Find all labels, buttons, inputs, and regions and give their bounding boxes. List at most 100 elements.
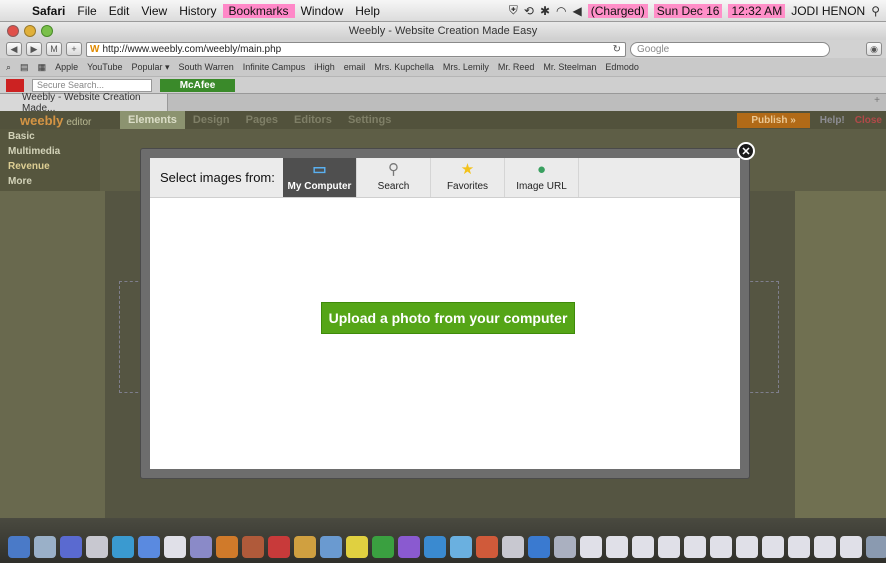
menubar-time[interactable]: 12:32 AM — [728, 3, 786, 18]
dock-app-icon[interactable] — [632, 536, 654, 558]
bookmarks-icon[interactable]: ▤ — [20, 62, 29, 73]
tab-image-url[interactable]: ● Image URL — [505, 158, 579, 197]
downloads-button[interactable]: ◉ — [866, 42, 882, 56]
search-placeholder: Google — [637, 43, 670, 55]
spotlight-icon[interactable]: ⚲ — [871, 4, 880, 18]
dock-app-icon[interactable] — [190, 536, 212, 558]
user-name[interactable]: JODI HENON — [791, 4, 865, 18]
bookmark-infinite-campus[interactable]: Infinite Campus — [243, 62, 306, 72]
back-button[interactable]: ◀ — [6, 42, 22, 56]
mcafee-button[interactable]: McAfee — [160, 78, 235, 92]
dock-app-icon[interactable] — [762, 536, 784, 558]
image-picker-dialog: Select images from: ▭ My Computer ⚲ Sear… — [141, 149, 749, 478]
secure-search-input[interactable]: Secure Search... — [32, 78, 152, 92]
dock-app-icon[interactable] — [216, 536, 238, 558]
bookmarks-bar: ⌕ ▤ ▦ Apple YouTube Popular ▾ South Warr… — [0, 58, 886, 76]
star-icon: ★ — [460, 161, 475, 178]
dock-app-icon[interactable] — [476, 536, 498, 558]
add-bookmark-button[interactable]: + — [66, 42, 82, 56]
menu-history[interactable]: History — [173, 4, 222, 18]
dock-app-icon[interactable] — [866, 536, 886, 558]
menu-file[interactable]: File — [71, 4, 102, 18]
dock-app-icon[interactable] — [710, 536, 732, 558]
bookmark-youtube[interactable]: YouTube — [87, 62, 122, 72]
dock-app-icon[interactable] — [736, 536, 758, 558]
dock-app-icon[interactable] — [86, 536, 108, 558]
reading-list-icon[interactable]: ⌕ — [6, 62, 11, 73]
dock-app-icon[interactable] — [268, 536, 290, 558]
mcafee-status-icon[interactable]: ⛨ — [509, 3, 518, 18]
menu-help[interactable]: Help — [349, 4, 386, 18]
zoom-window-button[interactable] — [41, 25, 53, 37]
select-images-label: Select images from: — [160, 170, 275, 185]
dock-app-icon[interactable] — [424, 536, 446, 558]
globe-icon: ● — [536, 161, 547, 178]
image-source-tabs: Select images from: ▭ My Computer ⚲ Sear… — [150, 158, 740, 198]
tab-favorites[interactable]: ★ Favorites — [431, 158, 505, 197]
dock-app-icon[interactable] — [450, 536, 472, 558]
search-field[interactable]: Google — [630, 41, 830, 57]
sync-icon[interactable]: ⟲ — [524, 4, 534, 18]
dock-app-icon[interactable] — [320, 536, 342, 558]
wifi-icon[interactable]: ◠ — [556, 4, 566, 18]
site-favicon: W — [90, 43, 100, 55]
upload-photo-button[interactable]: Upload a photo from your computer — [321, 302, 575, 334]
bookmark-mrs-lemily[interactable]: Mrs. Lemily — [443, 62, 489, 72]
bookmark-email[interactable]: email — [344, 62, 366, 72]
menu-edit[interactable]: Edit — [103, 4, 136, 18]
bookmark-edmodo[interactable]: Edmodo — [605, 62, 639, 72]
close-circle-icon[interactable]: ✕ — [737, 142, 755, 160]
dock-app-icon[interactable] — [606, 536, 628, 558]
dock-app-icon[interactable] — [814, 536, 836, 558]
bluetooth-icon[interactable]: ✱ — [540, 4, 550, 18]
menu-safari[interactable]: Safari — [26, 4, 71, 18]
address-bar[interactable]: W http://www.weebly.com/weebly/main.php … — [86, 41, 626, 57]
tab-bar: Weebly - Website Creation Made... + — [0, 92, 886, 114]
dock-app-icon[interactable] — [840, 536, 862, 558]
new-tab-icon[interactable]: + — [874, 95, 880, 106]
mcafee-shield-icon[interactable] — [6, 78, 24, 92]
dock-app-icon[interactable] — [34, 536, 56, 558]
menu-window[interactable]: Window — [295, 4, 350, 18]
dock-app-icon[interactable] — [346, 536, 368, 558]
dock-app-icon[interactable] — [684, 536, 706, 558]
bookmark-mr-steelman[interactable]: Mr. Steelman — [543, 62, 596, 72]
dock-app-icon[interactable] — [112, 536, 134, 558]
battery-status[interactable]: (Charged) — [587, 3, 648, 18]
dock-app-icon[interactable] — [60, 536, 82, 558]
dock-app-icon[interactable] — [372, 536, 394, 558]
dock-app-icon[interactable] — [138, 536, 160, 558]
dock-app-icon[interactable] — [294, 536, 316, 558]
dock-app-icon[interactable] — [502, 536, 524, 558]
dock-app-icon[interactable] — [580, 536, 602, 558]
reader-button[interactable]: M — [46, 42, 62, 56]
close-window-button[interactable] — [7, 25, 19, 37]
bookmark-popular[interactable]: Popular ▾ — [131, 62, 169, 73]
forward-button[interactable]: ▶ — [26, 42, 42, 56]
bookmark-mr-reed[interactable]: Mr. Reed — [498, 62, 535, 72]
menu-bookmarks[interactable]: Bookmarks — [222, 3, 295, 18]
window-title: Weebly - Website Creation Made Easy — [348, 25, 538, 37]
bookmark-mrs-kupchella[interactable]: Mrs. Kupchella — [374, 62, 434, 72]
url-text: http://www.weebly.com/weebly/main.php — [102, 43, 282, 55]
dock-app-icon[interactable] — [528, 536, 550, 558]
dock-app-icon[interactable] — [788, 536, 810, 558]
minimize-window-button[interactable] — [24, 25, 36, 37]
dock-app-icon[interactable] — [164, 536, 186, 558]
reload-icon[interactable]: ↻ — [613, 44, 625, 55]
menubar-date[interactable]: Sun Dec 16 — [653, 3, 723, 18]
bookmark-south-warren[interactable]: South Warren — [179, 62, 234, 72]
dock-app-icon[interactable] — [242, 536, 264, 558]
tab-search[interactable]: ⚲ Search — [357, 158, 431, 197]
dock-app-icon[interactable] — [554, 536, 576, 558]
tab-weebly[interactable]: Weebly - Website Creation Made... — [0, 92, 168, 114]
bookmark-apple[interactable]: Apple — [55, 62, 78, 72]
dock-app-icon[interactable] — [658, 536, 680, 558]
top-sites-icon[interactable]: ▦ — [38, 62, 47, 73]
dock-app-icon[interactable] — [398, 536, 420, 558]
bookmark-ihigh[interactable]: iHigh — [314, 62, 335, 72]
tab-my-computer[interactable]: ▭ My Computer — [283, 158, 357, 197]
volume-icon[interactable]: ◀ — [573, 4, 582, 18]
dock-app-icon[interactable] — [8, 536, 30, 558]
menu-view[interactable]: View — [135, 4, 173, 18]
